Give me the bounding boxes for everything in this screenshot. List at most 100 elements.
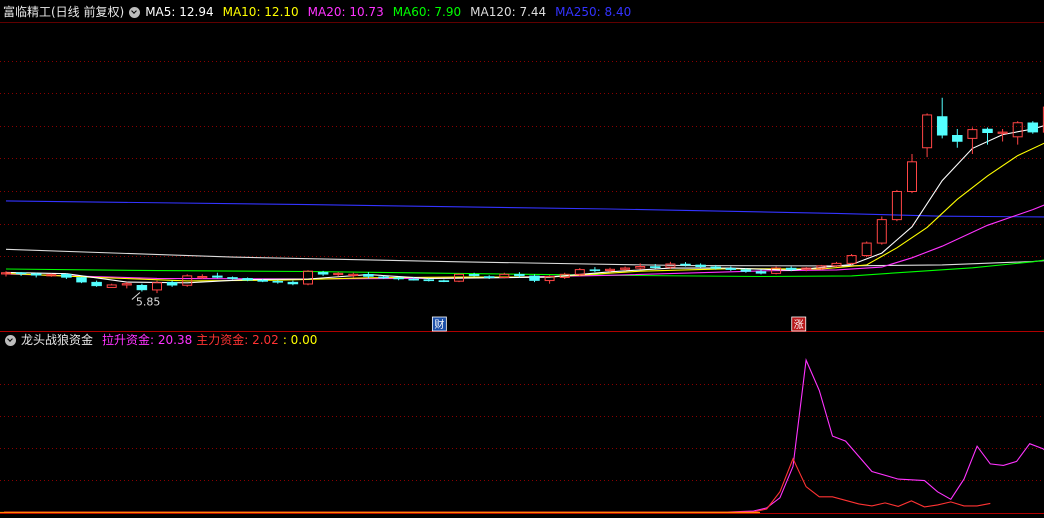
candle (76, 276, 87, 284)
candle (861, 241, 872, 258)
candles (1, 97, 1044, 294)
candle-body (740, 269, 752, 272)
candle-body (574, 269, 585, 275)
low-price-label: 5.85 (136, 296, 161, 309)
candle-body (529, 275, 540, 281)
candle-body (876, 219, 887, 244)
candle (876, 216, 887, 245)
candle-body (499, 273, 510, 278)
candle-body (136, 285, 148, 291)
candle-body (106, 284, 117, 288)
candle (333, 272, 344, 277)
candle (695, 263, 706, 268)
candle-body (348, 273, 359, 277)
candle (303, 270, 313, 286)
candle (136, 283, 148, 292)
candle-body (680, 263, 691, 266)
candle (936, 97, 948, 139)
candle-body (91, 281, 102, 287)
candle (997, 129, 1008, 142)
candle-body (483, 276, 495, 278)
ma-line-ma10 (5, 142, 1044, 282)
candle (106, 283, 117, 288)
candle-body (589, 269, 601, 272)
candle-body (378, 276, 389, 279)
candle-body (242, 278, 253, 281)
candle-body (363, 274, 374, 277)
candle-body (907, 161, 917, 192)
candle-body (605, 268, 615, 272)
candle (922, 113, 933, 158)
candle-body (831, 262, 842, 267)
candle (152, 280, 162, 294)
candle (287, 280, 299, 286)
candle (831, 261, 842, 268)
candle (61, 273, 72, 279)
event-marker-0: 财 (431, 316, 447, 332)
candle (907, 154, 917, 194)
candle-body (1012, 122, 1023, 138)
candle (30, 272, 42, 278)
candle (891, 189, 902, 222)
candle-body (333, 272, 344, 276)
candle (1027, 121, 1039, 134)
candle-body (61, 274, 72, 278)
candle-body (317, 271, 329, 275)
candle-body (76, 277, 87, 283)
candle-body (952, 135, 963, 142)
candle-body (967, 129, 978, 139)
candle-body (725, 268, 737, 270)
candle-body (303, 270, 313, 285)
candle-body (408, 278, 419, 281)
candle (574, 268, 585, 276)
candle (725, 266, 737, 271)
candle-body (423, 279, 435, 282)
candle (846, 254, 857, 265)
candle-body (982, 128, 993, 133)
candle-body (514, 274, 525, 277)
candle-body (227, 277, 238, 279)
candle-body (635, 266, 646, 269)
stock-chart[interactable]: 14.005.85财涨 (0, 0, 1044, 518)
candle-body (650, 266, 661, 268)
ma-line-ma5 (5, 125, 1044, 284)
candle-body (121, 283, 132, 286)
candle (166, 280, 178, 287)
candle-body (620, 267, 631, 270)
candle-body (861, 242, 872, 257)
candle-body (438, 280, 450, 283)
candle-body (257, 280, 268, 282)
event-marker-text: 财 (434, 318, 444, 331)
candle-body (15, 272, 27, 275)
candle-body (936, 116, 948, 136)
candle (15, 272, 27, 276)
candle-body (997, 131, 1008, 134)
candle (91, 280, 102, 287)
candle (483, 275, 495, 279)
candle (212, 272, 223, 279)
candle-body (785, 267, 797, 270)
candle-body (710, 266, 721, 269)
candle (952, 129, 963, 148)
candle-body (468, 274, 480, 277)
candle-body (30, 273, 42, 276)
candle-body (1027, 122, 1039, 133)
ma-line-ma20 (5, 204, 1044, 280)
candle-body (287, 281, 299, 285)
candle-body (152, 282, 162, 291)
candle (589, 267, 601, 273)
candle-body (922, 114, 933, 149)
sub-series-line-1 (4, 457, 991, 513)
candle (982, 127, 993, 145)
candle (438, 279, 450, 283)
candle (121, 282, 132, 289)
event-marker-1: 涨 (791, 316, 807, 332)
candle-body (272, 280, 284, 283)
event-marker-text: 涨 (794, 319, 804, 331)
candle-body (212, 275, 223, 278)
candle (529, 274, 540, 283)
candle (348, 272, 359, 278)
candle-body (695, 264, 706, 268)
candle (967, 127, 978, 154)
ma-line-ma250 (5, 200, 1044, 218)
